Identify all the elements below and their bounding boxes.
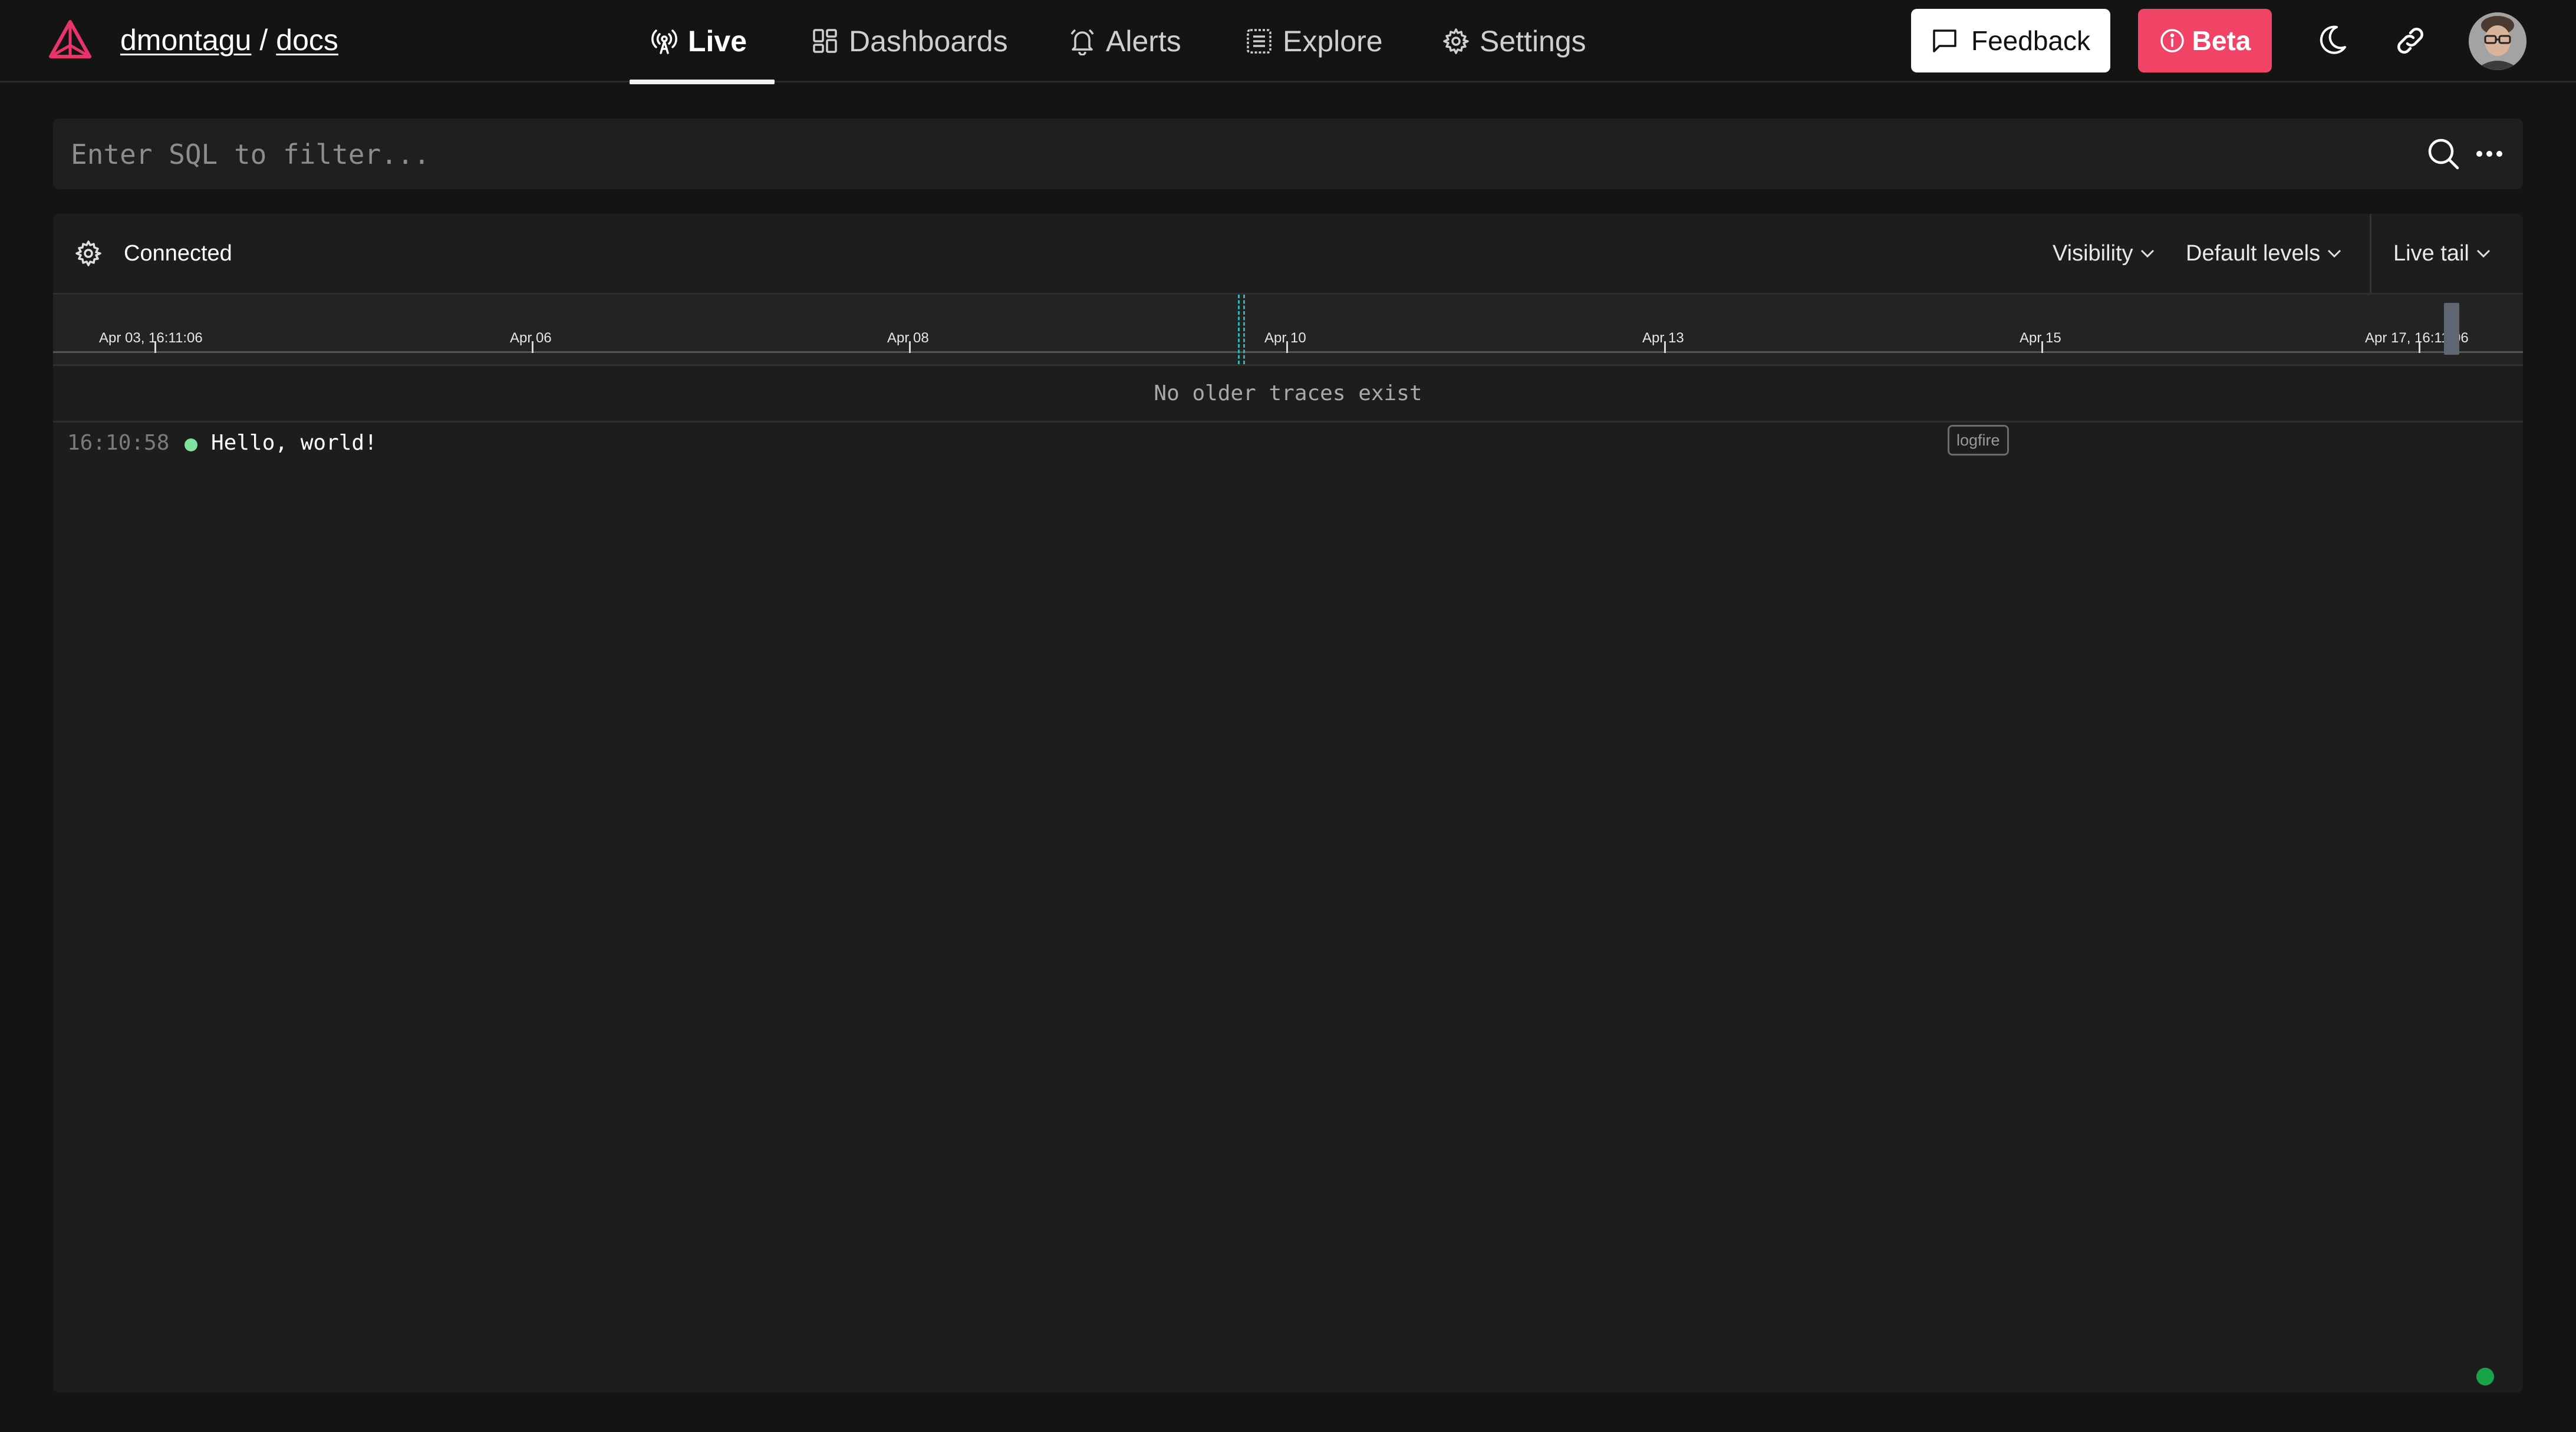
timeline-label: Apr 13 xyxy=(1642,330,1684,346)
levels-dropdown-label: Default levels xyxy=(2186,241,2321,266)
live-view-panel: Connected Visibility Default levels Live… xyxy=(53,214,2523,1393)
timeline-label: Apr 03, 16:11:06 xyxy=(99,330,203,346)
top-bar: dmontagu / docs Live Dashboards Alerts E… xyxy=(0,0,2576,84)
live-tail-dropdown[interactable]: Live tail xyxy=(2393,237,2493,269)
nav-tab-alerts[interactable]: Alerts xyxy=(1068,0,1181,83)
visibility-dropdown-label: Visibility xyxy=(2053,241,2133,266)
trace-level-dot xyxy=(185,438,197,451)
user-avatar[interactable] xyxy=(2469,12,2526,70)
nav-tab-explore[interactable]: Explore xyxy=(1245,0,1383,83)
breadcrumb-separator: / xyxy=(259,24,268,57)
trace-time: 16:10:58 xyxy=(67,431,170,455)
feedback-button[interactable]: Feedback xyxy=(1911,9,2110,72)
nav-tab-live[interactable]: Live xyxy=(630,0,775,84)
settings-gear-icon[interactable] xyxy=(74,239,103,268)
visibility-dropdown[interactable]: Visibility xyxy=(2053,237,2157,269)
search-icon[interactable] xyxy=(2425,136,2462,172)
explore-list-icon xyxy=(1247,29,1271,54)
levels-dropdown[interactable]: Default levels xyxy=(2186,237,2344,269)
user-avatar-image xyxy=(2469,12,2526,70)
sql-filter-bar xyxy=(53,118,2523,190)
service-tag[interactable]: logfire xyxy=(1948,425,2009,456)
bell-icon xyxy=(1070,29,1094,55)
beta-button[interactable]: Beta xyxy=(2138,9,2272,72)
live-tail-dropdown-label: Live tail xyxy=(2393,241,2469,266)
gear-icon xyxy=(1443,28,1469,54)
logfire-logo-icon[interactable] xyxy=(48,19,92,60)
panel-header: Connected Visibility Default levels Live… xyxy=(53,214,2523,293)
sql-filter-input[interactable] xyxy=(70,118,2371,190)
nav-tab-settings[interactable]: Settings xyxy=(1442,0,1586,83)
nav-tab-settings-label: Settings xyxy=(1480,25,1586,58)
info-circle-icon xyxy=(2160,29,2184,52)
chevron-down-icon xyxy=(2140,249,2154,258)
timeline-current-marker[interactable] xyxy=(1238,295,1245,364)
header-divider xyxy=(2370,214,2371,293)
link-icon[interactable] xyxy=(2391,21,2430,60)
connection-status: Connected xyxy=(124,241,232,266)
nav-tab-explore-label: Explore xyxy=(1283,25,1383,58)
moon-theme-icon[interactable] xyxy=(2312,21,2351,60)
trace-row[interactable]: 16:10:58 Hello, world! logfire xyxy=(53,423,2523,465)
breadcrumb: dmontagu / docs xyxy=(120,22,338,58)
breadcrumb-org-link[interactable]: dmontagu xyxy=(120,24,251,57)
feedback-button-label: Feedback xyxy=(1971,25,2090,56)
timeline-label: Apr 06 xyxy=(510,330,552,346)
nav-tab-dashboards-label: Dashboards xyxy=(849,25,1008,58)
connection-status-dot xyxy=(2476,1368,2494,1385)
chevron-down-icon xyxy=(2328,249,2341,258)
dashboards-grid-icon xyxy=(813,29,837,53)
timeline-scrubber[interactable]: Apr 03, 16:11:06 Apr 06 Apr 08 Apr 10 Ap… xyxy=(53,293,2523,366)
no-older-traces-notice: No older traces exist xyxy=(53,366,2523,423)
timeline-label: Apr 15 xyxy=(2020,330,2061,346)
trace-message: Hello, world! xyxy=(211,431,377,455)
timeline-range-handle[interactable] xyxy=(2444,303,2459,355)
live-broadcast-icon xyxy=(651,29,677,54)
nav-tab-dashboards[interactable]: Dashboards xyxy=(811,0,1008,83)
chevron-down-icon xyxy=(2476,249,2490,258)
timeline-axis xyxy=(53,351,2523,353)
nav-tab-live-label: Live xyxy=(688,25,747,58)
breadcrumb-project-link[interactable]: docs xyxy=(276,24,338,57)
beta-button-label: Beta xyxy=(2192,25,2251,56)
timeline-label: Apr 08 xyxy=(887,330,929,346)
nav-tab-alerts-label: Alerts xyxy=(1106,25,1181,58)
timeline-label: Apr 10 xyxy=(1264,330,1306,346)
more-options-icon[interactable] xyxy=(2471,136,2508,172)
message-square-icon xyxy=(1933,29,1956,52)
